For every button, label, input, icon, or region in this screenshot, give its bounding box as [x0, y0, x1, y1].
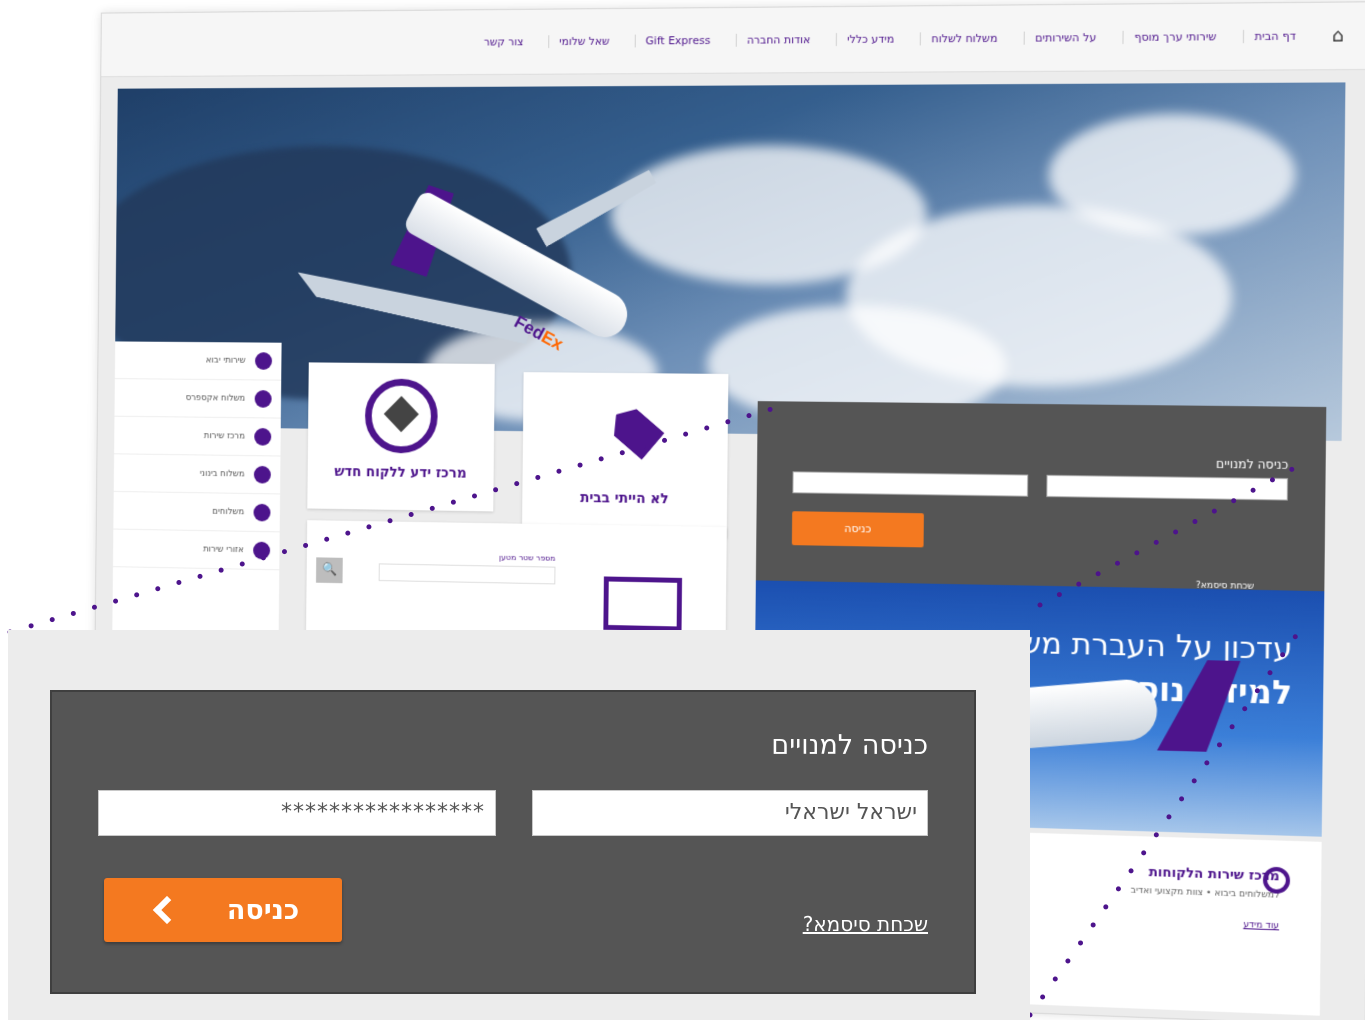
sidebar-item[interactable]: משלוח אקספרס — [114, 379, 282, 419]
search-button[interactable]: 🔍 — [315, 557, 343, 584]
mini-login-fields — [792, 471, 1289, 501]
nav-item-services[interactable]: שירותי ערך מוסף — [1122, 30, 1227, 45]
sidebar-item-label: משלוח אקספרס — [185, 393, 246, 404]
tile-label: מרכז ידע ללקוח חדש — [334, 464, 467, 482]
login-title: כניסה למנויים — [771, 730, 928, 761]
nav-item-home[interactable]: דף הבית — [1243, 29, 1307, 44]
sidebar-item-label: מרכז שירות — [203, 431, 245, 442]
tag-icon — [605, 401, 665, 460]
password-field[interactable]: ***************** — [98, 790, 496, 836]
nav-item-gift-express[interactable]: Gift Express — [634, 33, 721, 48]
tile-knowledge-center[interactable]: מרכז ידע ללקוח חדש — [307, 362, 495, 512]
tracking-number-input[interactable] — [378, 563, 556, 585]
headset-icon — [1262, 866, 1291, 894]
mini-login-button[interactable]: כניסה — [791, 511, 924, 548]
hero-banner: FedEx — [114, 82, 1346, 441]
nav-item-about-services[interactable]: על השירותים — [1023, 30, 1107, 45]
mini-login-title: כניסה למנויים — [1215, 456, 1289, 472]
sidebar-item-label: אזורי שירות — [203, 544, 244, 556]
services-sidebar: שירותי יבוא משלוח אקספרס מרכז שירות משלו… — [112, 341, 282, 635]
map-icon — [253, 541, 271, 560]
tile-label: לא הייתי בבית — [579, 490, 669, 508]
nav-item-ask[interactable]: שאל שלומי — [548, 34, 620, 49]
home-icon[interactable]: ⌂ — [1323, 25, 1344, 47]
forgot-password-link[interactable]: שכחת סיסמא? — [803, 912, 928, 936]
person-icon — [253, 465, 271, 484]
sidebar-item-label: משלוח בינוני — [199, 468, 245, 480]
tracking-search: מספר שטר מטען — [326, 550, 556, 585]
nav-item-info[interactable]: מידע כללי — [836, 32, 905, 47]
sidebar-item[interactable]: מרכז שירות — [114, 416, 281, 457]
truck-icon — [254, 390, 272, 408]
tile-not-home[interactable]: לא הייתי בבית — [521, 372, 729, 539]
subscriber-login-panel: כניסה למנויים ישראל ישראלי *************… — [50, 690, 976, 994]
nav-item-contact[interactable]: צור קשר — [474, 35, 533, 48]
sidebar-item-label: שירותי יבוא — [205, 355, 246, 366]
login-button-label: כניסה — [226, 894, 300, 926]
username-field[interactable]: ישראל ישראלי — [532, 790, 928, 836]
hero-cloud — [1048, 113, 1297, 236]
global-tracking-icon — [603, 576, 683, 632]
top-navigation: ⌂ דף הבית שירותי ערך מוסף על השירותים מש… — [101, 2, 1365, 78]
sidebar-item[interactable]: שירותי יבוא — [114, 341, 282, 381]
login-button[interactable]: כניסה — [104, 878, 342, 942]
package-cycle-icon — [364, 378, 438, 454]
sidebar-item[interactable]: משלוח בינוני — [113, 454, 281, 495]
mini-password-field[interactable] — [792, 471, 1029, 497]
nav-item-ship[interactable]: משלוח לשלוח — [920, 31, 1008, 46]
chevron-left-icon — [152, 895, 181, 925]
tracking-search-label: מספר שטר מטען — [499, 552, 556, 563]
box-icon — [254, 427, 272, 446]
sidebar-item[interactable]: אזורי שירות — [112, 529, 280, 571]
nav-item-about[interactable]: אודות החברה — [735, 33, 821, 47]
sidebar-item[interactable]: משלוחים — [113, 491, 281, 533]
sidebar-item-label: משלוחים — [212, 506, 245, 518]
mini-username-field[interactable] — [1046, 474, 1289, 501]
globe-icon — [254, 352, 273, 370]
search-icon — [253, 503, 271, 522]
